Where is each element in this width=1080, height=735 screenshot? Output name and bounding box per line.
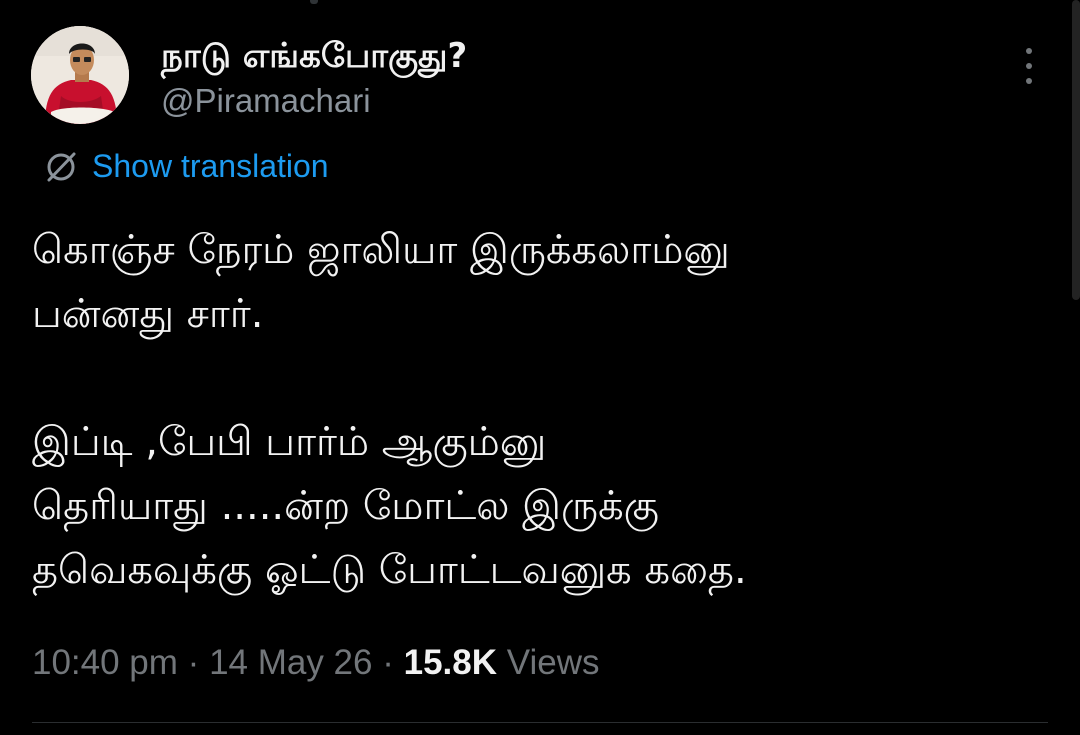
views-label: Views (506, 643, 600, 682)
show-translation-label: Show translation (92, 148, 329, 184)
more-vertical-icon-dot (1026, 63, 1032, 69)
top-edge-remnant (310, 0, 318, 4)
profile-photo-icon (31, 26, 129, 124)
tweet-meta: 10:40 pm · 14 May 26 · 15.8K Views (32, 643, 600, 683)
user-handle[interactable]: @Piramachari (161, 82, 371, 120)
tweet-text: கொஞ்ச நேரம் ஜாலியா இருக்கலாம்னு பன்னது ச… (32, 218, 1032, 602)
tweet-date[interactable]: 14 May 26 (209, 643, 372, 682)
more-vertical-icon-dot (1026, 78, 1032, 84)
tweet-line: தவெகவுக்கு ஓட்டு போட்டவனுக கதை. (32, 547, 747, 593)
divider (32, 722, 1048, 723)
show-translation-link[interactable]: Show translation (44, 148, 329, 185)
display-name[interactable]: நாடு எங்கபோகுது? (161, 36, 467, 80)
scrollbar[interactable] (1072, 0, 1080, 300)
meta-separator: · (187, 643, 200, 682)
tweet-line: இப்டி ,பேபி பார்ம் ஆகும்னு (32, 419, 547, 465)
more-vertical-icon-dot (1026, 48, 1032, 54)
tweet-line: தெரியாது .....ன்ற மோட்ல இருக்கு (32, 483, 659, 529)
views-count[interactable]: 15.8K (404, 643, 497, 682)
tweet-time[interactable]: 10:40 pm (32, 643, 178, 682)
more-options-button[interactable] (1014, 48, 1044, 84)
translate-icon (47, 152, 76, 181)
avatar[interactable] (31, 26, 129, 124)
tweet-line: கொஞ்ச நேரம் ஜாலியா இருக்கலாம்னு (32, 227, 730, 273)
tweet-line: பன்னது சார். (32, 291, 264, 337)
meta-separator: · (382, 643, 394, 682)
